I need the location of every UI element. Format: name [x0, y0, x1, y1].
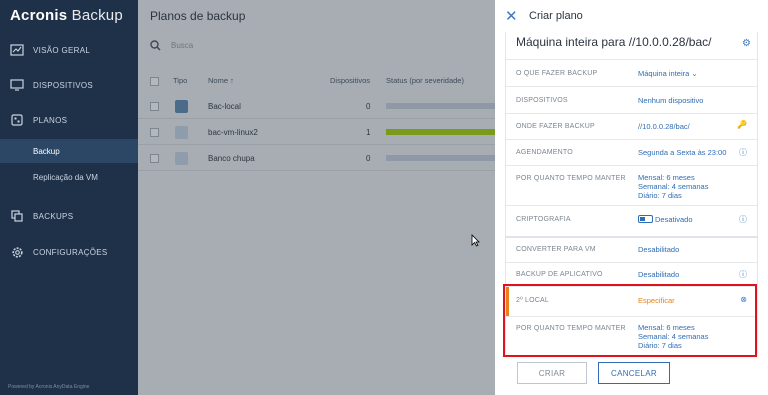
row-label: CRIPTOGRAFIA — [516, 216, 571, 223]
nav-label: DISPOSITIVOS — [33, 80, 94, 90]
info-icon[interactable]: ⓘ — [739, 147, 747, 158]
row-o-que-fazer-backup[interactable]: O QUE FAZER BACKUP Máquina inteira ⌄ — [506, 59, 757, 86]
nav-label: CONFIGURAÇÕES — [33, 247, 108, 257]
row-agendamento[interactable]: AGENDAMENTO Segunda a Sexta às 23:00 ⓘ — [506, 139, 757, 165]
dashboard-icon — [10, 43, 24, 57]
mouse-cursor-icon — [471, 234, 480, 247]
row-dispositivos[interactable]: DISPOSITIVOS Nenhum dispositivo — [506, 86, 757, 113]
row-retencao[interactable]: POR QUANTO TEMPO MANTER Mensal: 6 meses … — [506, 165, 757, 205]
plan-devices: 0 — [366, 102, 371, 111]
plan-type-icon — [175, 100, 188, 113]
nav-label: PLANOS — [33, 115, 68, 125]
page-title: Planos de backup — [150, 9, 246, 23]
main-content: Planos de backup Busca Tipo Nome ↑ Dispo… — [138, 0, 495, 395]
panel-title: Criar plano — [529, 10, 583, 22]
table-row[interactable]: bac-vm-linux2 1 — [138, 119, 495, 145]
column-header-status[interactable]: Status (por severidade) — [386, 76, 464, 85]
select-all-checkbox[interactable] — [150, 77, 159, 86]
row-label: AGENDAMENTO — [516, 149, 573, 156]
plan-settings-gear-icon[interactable]: ⚙ — [742, 38, 751, 49]
nav-sub-label: Backup — [33, 146, 60, 156]
row-checkbox[interactable] — [150, 154, 159, 163]
encryption-toggle[interactable]: Desativado — [638, 215, 693, 224]
row-label: CONVERTER PARA VM — [516, 246, 596, 253]
row-checkbox[interactable] — [150, 102, 159, 111]
nav-sub-replicacao-vm[interactable]: Replicação da VM — [0, 165, 138, 189]
brand-logo: Acronis Backup — [10, 7, 123, 24]
plan-devices: 0 — [366, 154, 371, 163]
nav-backups[interactable]: BACKUPS — [0, 204, 138, 228]
table-row[interactable]: Bac-local 0 — [138, 93, 495, 119]
row-converter-vm[interactable]: CONVERTER PARA VM Desabilitado — [506, 236, 757, 262]
nav-visao-geral[interactable]: VISÃO GERAL — [0, 38, 138, 62]
column-header-devices[interactable]: Dispositivos — [330, 76, 370, 85]
plan-type-icon — [175, 152, 188, 165]
status-bar — [386, 155, 495, 161]
search-input[interactable]: Busca — [171, 41, 193, 50]
create-button[interactable]: CRIAR — [517, 362, 587, 384]
plans-icon — [10, 113, 24, 127]
column-header-type[interactable]: Tipo — [173, 76, 187, 85]
row-label: POR QUANTO TEMPO MANTER — [516, 175, 626, 182]
info-icon[interactable]: ⓘ — [739, 214, 747, 225]
column-header-name[interactable]: Nome ↑ — [208, 76, 234, 85]
row-label: BACKUP DE APLICATIVO — [516, 271, 603, 278]
nav-label: BACKUPS — [33, 211, 74, 221]
nav-sub-label: Replicação da VM — [33, 172, 98, 182]
what-to-backup-dropdown[interactable]: Máquina inteira ⌄ — [638, 69, 698, 78]
row-onde-fazer-backup[interactable]: ONDE FAZER BACKUP //10.0.0.28/bac/ 🔑 — [506, 113, 757, 139]
status-bar — [386, 103, 495, 109]
plan-type-icon — [175, 126, 188, 139]
search-icon — [150, 40, 161, 51]
app-backup-link[interactable]: Desabilitado — [638, 270, 679, 279]
row-checkbox[interactable] — [150, 128, 159, 137]
nav-sub-backup[interactable]: Backup — [0, 139, 138, 163]
plan-name: bac-vm-linux2 — [208, 128, 258, 137]
gear-icon — [10, 245, 24, 259]
search-box[interactable]: Busca — [150, 40, 193, 51]
row-criptografia[interactable]: CRIPTOGRAFIA Desativado ⓘ — [506, 205, 757, 233]
toggle-switch[interactable] — [638, 215, 653, 223]
key-icon[interactable]: 🔑 — [737, 120, 747, 129]
nav-label: VISÃO GERAL — [33, 45, 91, 55]
row-label: ONDE FAZER BACKUP — [516, 123, 595, 130]
cancel-button[interactable]: CANCELAR — [598, 362, 670, 384]
backup-location-link[interactable]: //10.0.0.28/bac/ — [638, 122, 690, 131]
backups-icon — [10, 209, 24, 223]
convert-vm-link[interactable]: Desabilitado — [638, 245, 679, 254]
monitor-icon — [10, 78, 24, 92]
nav-dispositivos[interactable]: DISPOSITIVOS — [0, 73, 138, 97]
powered-by: Powered by Acronis AnyData Engine — [8, 384, 90, 390]
row-backup-aplicativo[interactable]: BACKUP DE APLICATIVO Desabilitado ⓘ — [506, 262, 757, 286]
highlight-box — [503, 284, 757, 357]
close-icon[interactable]: ✕ — [505, 7, 519, 25]
plan-name-field[interactable]: Máquina inteira para //10.0.0.28/bac/ — [516, 35, 746, 49]
row-label: O QUE FAZER BACKUP — [516, 70, 598, 77]
panel-footer: CRIAR CANCELAR — [505, 355, 758, 395]
retention-link[interactable]: Mensal: 6 meses Semanal: 4 semanas Diári… — [638, 173, 708, 200]
plan-devices: 1 — [366, 128, 371, 137]
nav-configuracoes[interactable]: CONFIGURAÇÕES — [0, 240, 138, 264]
devices-link[interactable]: Nenhum dispositivo — [638, 96, 703, 105]
nav-planos[interactable]: PLANOS — [0, 108, 138, 132]
status-bar — [386, 129, 495, 135]
info-icon[interactable]: ⓘ — [739, 269, 747, 280]
plan-name: Bac-local — [208, 102, 241, 111]
sidebar: Acronis Backup VISÃO GERAL DISPOSITIVOS … — [0, 0, 138, 395]
table-row[interactable]: Banco chupa 0 — [138, 145, 495, 171]
row-label: DISPOSITIVOS — [516, 97, 568, 104]
schedule-link[interactable]: Segunda a Sexta às 23:00 — [638, 148, 726, 157]
plan-name: Banco chupa — [208, 154, 255, 163]
